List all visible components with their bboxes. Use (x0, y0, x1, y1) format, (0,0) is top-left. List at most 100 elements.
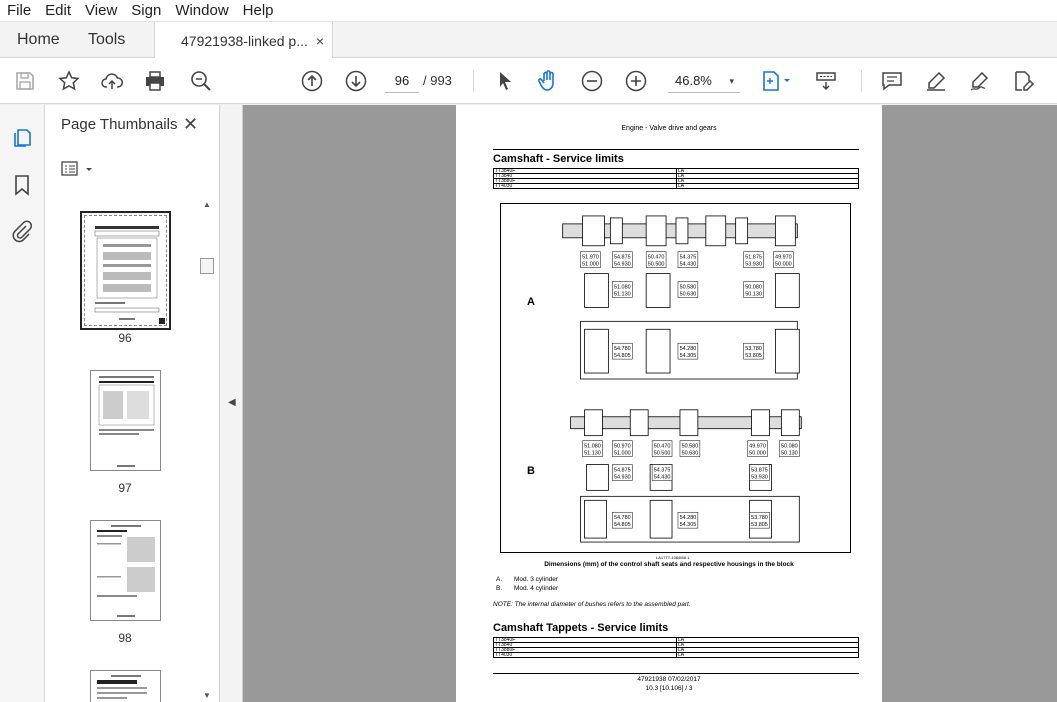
page-view-icon[interactable] (760, 69, 794, 93)
svg-text:53.875: 53.875 (751, 467, 768, 473)
menu-help[interactable]: Help (236, 2, 281, 19)
page-number-input[interactable]: 96 (385, 69, 419, 93)
page-thumbnail-97[interactable] (90, 370, 161, 471)
dimension-label: 54.78054.805 (612, 342, 633, 360)
tab-home[interactable]: Home (0, 22, 74, 58)
page-header: Engine - Valve drive and gears (621, 125, 717, 132)
svg-text:51.080: 51.080 (614, 285, 631, 291)
close-icon[interactable]: ✕ (183, 114, 198, 135)
menu-file[interactable]: File (0, 2, 38, 19)
svg-text:53.805: 53.805 (751, 522, 768, 528)
tab-document[interactable]: 47921938-linked p... × (154, 22, 333, 59)
page-thumbnail-next[interactable] (90, 670, 161, 702)
svg-text:54.430: 54.430 (680, 262, 697, 268)
thumbnail-options-button[interactable] (61, 159, 101, 179)
svg-text:50.000: 50.000 (749, 451, 766, 457)
svg-text:54.805: 54.805 (614, 522, 631, 528)
upload-cloud-icon[interactable] (100, 69, 124, 93)
print-icon[interactable] (143, 69, 167, 93)
tab-bar: Home Tools 47921938-linked p... × (0, 22, 1057, 59)
dimension-label: 54.37554.430 (677, 251, 699, 268)
svg-text:53.805: 53.805 (745, 353, 762, 359)
prev-page-icon[interactable] (300, 69, 324, 93)
svg-text:54.930: 54.930 (614, 262, 631, 268)
sign-icon[interactable] (968, 69, 992, 93)
tab-close-icon[interactable]: × (316, 33, 324, 49)
tab-document-label: 47921938-linked p... (181, 32, 308, 49)
page-thumbnail-98[interactable] (90, 520, 161, 621)
document-viewport[interactable]: Engine - Valve drive and gears Camshaft … (243, 105, 1057, 702)
dimension-label: 51.08051.130 (612, 281, 633, 298)
star-icon[interactable] (57, 69, 81, 93)
note-text: NOTE: The internal diameter of bushes re… (493, 601, 691, 608)
thumbnail-scrollbar[interactable]: ▲ ▼ (200, 200, 214, 700)
figure-reference: LA17TT-1084MA 1 (656, 555, 690, 560)
page-thumbnail-96[interactable] (80, 211, 171, 330)
camshaft-figure: 51.970 51.000 54.875 54.930 50.470 50.500 54.3… (500, 203, 851, 553)
svg-text:49.970: 49.970 (749, 444, 766, 450)
svg-text:50.000: 50.000 (775, 262, 792, 268)
legend-text-a: Mod. 3 cylinder (514, 576, 559, 583)
dimension-label: 49.97050.000 (747, 440, 768, 457)
svg-text:54.305: 54.305 (680, 353, 697, 359)
scroll-mode-icon[interactable] (814, 69, 838, 93)
scroll-up-icon[interactable]: ▲ (203, 200, 211, 209)
page-total: / 993 (423, 73, 452, 88)
hand-tool-icon[interactable] (536, 69, 560, 93)
dimension-label: 50.08050.130 (779, 440, 800, 457)
page-thumbnails-panel: Page Thumbnails ✕ ▲ ▼ 96 97 98 (45, 105, 220, 702)
svg-text:51.080: 51.080 (584, 444, 601, 450)
svg-text:54.280: 54.280 (680, 515, 697, 521)
zoom-in-icon[interactable] (624, 69, 648, 93)
svg-text:50.630: 50.630 (680, 291, 697, 297)
footer-divider (493, 673, 859, 674)
menu-bar: File Edit View Sign Window Help (0, 0, 1057, 22)
svg-text:53.930: 53.930 (745, 262, 762, 268)
highlight-pen-icon[interactable] (924, 69, 948, 93)
select-cursor-icon[interactable] (493, 69, 517, 93)
menu-edit[interactable]: Edit (38, 2, 78, 19)
figure-caption: Dimensions (mm) of the control shaft sea… (544, 561, 794, 568)
divider (493, 149, 859, 150)
fill-form-icon[interactable] (1011, 69, 1035, 93)
menu-sign[interactable]: Sign (124, 2, 168, 19)
svg-text:51.130: 51.130 (614, 291, 631, 297)
panel-title: Page Thumbnails (61, 116, 178, 133)
navigation-rail (0, 105, 45, 702)
model-cell: TT4030 (493, 183, 677, 189)
panel-collapse-bar[interactable]: ◀ (220, 105, 243, 702)
svg-text:51.875: 51.875 (745, 255, 762, 261)
page-thumbnails-icon[interactable] (10, 125, 34, 149)
svg-text:49.970: 49.970 (775, 255, 792, 261)
scrollbar-thumb[interactable] (200, 258, 214, 274)
thumbnail-page-number: 98 (118, 631, 132, 645)
tab-tools[interactable]: Tools (74, 22, 154, 58)
save-icon[interactable] (13, 69, 37, 93)
zoom-out-icon[interactable] (580, 69, 604, 93)
svg-text:50.500: 50.500 (654, 451, 671, 457)
collapse-arrow-icon[interactable]: ◀ (228, 397, 236, 408)
section-title: Camshaft - Service limits (493, 153, 624, 165)
menu-window[interactable]: Window (168, 2, 235, 19)
dimension-label: 50.47050.500 (651, 440, 673, 457)
svg-text:54.875: 54.875 (614, 467, 631, 473)
dimension-label: 50.58050.630 (677, 281, 699, 298)
zoom-search-icon[interactable] (189, 69, 213, 93)
bookmark-icon[interactable] (10, 173, 34, 197)
svg-text:50.970: 50.970 (614, 444, 631, 450)
next-page-icon[interactable] (344, 69, 368, 93)
menu-view[interactable]: View (78, 2, 124, 19)
toolbar-divider (473, 70, 474, 92)
svg-text:50.580: 50.580 (682, 444, 699, 450)
dimension-label: 49.97050.000 (773, 251, 794, 268)
attachment-icon[interactable] (10, 219, 34, 243)
svg-text:54.375: 54.375 (680, 255, 697, 261)
scroll-down-icon[interactable]: ▼ (203, 691, 211, 700)
zoom-level-select[interactable]: 46.8% ▾ (668, 69, 740, 93)
comment-icon[interactable] (880, 69, 904, 93)
dimension-label: 54.78054.805 (612, 511, 633, 529)
svg-text:51.000: 51.000 (582, 262, 599, 268)
svg-text:51.130: 51.130 (584, 451, 601, 457)
svg-text:54.375: 54.375 (654, 467, 671, 473)
section-title: Camshaft Tappets - Service limits (493, 622, 669, 634)
